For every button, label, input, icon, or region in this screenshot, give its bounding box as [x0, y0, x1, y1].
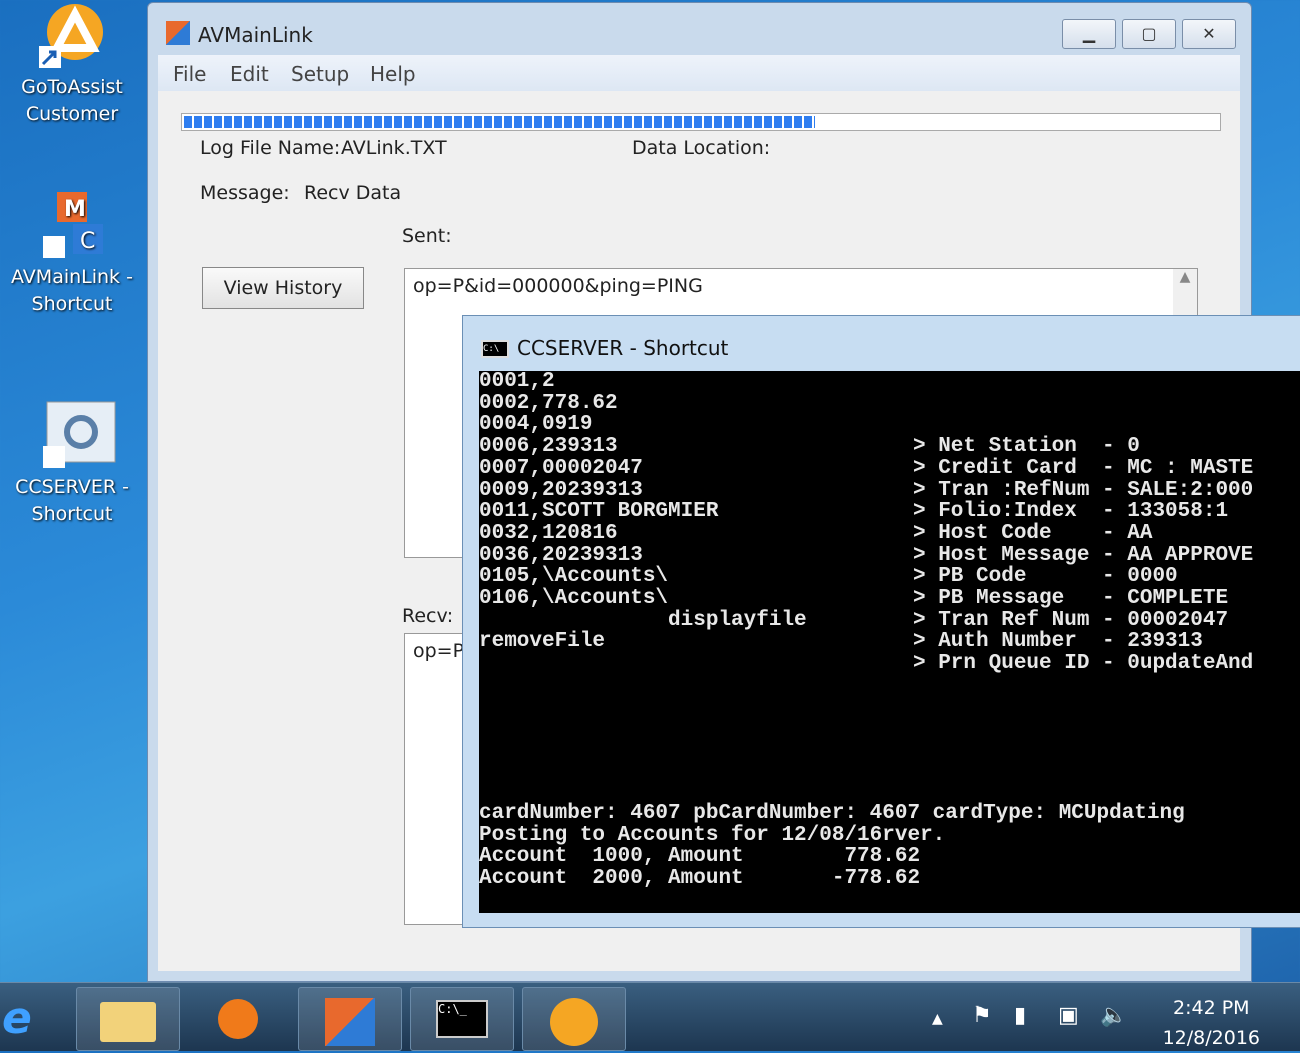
console-line: 0004,0919 — [479, 413, 593, 437]
taskbar-media-player[interactable] — [186, 987, 290, 1051]
menu-edit[interactable]: Edit — [230, 62, 269, 86]
icon-label: Shortcut — [31, 503, 113, 525]
console-line: 0006,239313 — [479, 435, 618, 459]
icon-label: GoToAssist — [21, 76, 123, 98]
console-status-line: > Tran Ref Num - 00002047 — [913, 608, 1229, 632]
menu-setup[interactable]: Setup — [291, 62, 349, 86]
console-line: displayfile — [479, 608, 807, 632]
console-status-line: > Prn Queue ID - 0updateAnd — [913, 652, 1254, 676]
console-line: Posting to Accounts for 12/08/16rver. — [479, 823, 946, 847]
console-status-line: > PB Message - COMPLETE — [913, 587, 1229, 610]
console-line: 0036,20239313 — [479, 543, 643, 567]
console-line: 0009,20239313 — [479, 478, 643, 502]
taskbar-avmainlink[interactable] — [298, 987, 402, 1051]
recv-value: op=P — [413, 640, 465, 662]
show-hidden-icons[interactable]: ▲ — [932, 1011, 943, 1027]
console-icon: C:\ — [481, 340, 509, 358]
view-history-button[interactable]: View History — [202, 267, 364, 309]
window-title: AVMainLink — [198, 23, 313, 47]
media-player-icon — [218, 999, 258, 1039]
svg-text:C: C — [80, 229, 95, 254]
clock[interactable]: 2:42 PM 12/8/2016 — [1163, 993, 1260, 1053]
taskbar-gotoassist[interactable] — [522, 987, 626, 1051]
message-label: Message: — [200, 182, 290, 204]
progress-fill — [184, 116, 815, 128]
menu-bar: File Edit Setup Help — [158, 55, 1240, 91]
svg-text:M: M — [64, 197, 86, 222]
power-icon[interactable]: ▮ — [1014, 1003, 1026, 1028]
console-line: 0002,778.62 — [479, 391, 618, 415]
desktop-icon-avmainlink[interactable]: MC AVMainLink - Shortcut — [2, 190, 142, 318]
avmainlink-icon: MC — [37, 190, 107, 260]
console-line: 0032,120816 — [479, 521, 618, 545]
folder-icon — [100, 1002, 156, 1042]
console-status-line: > Net Station - 0 — [913, 435, 1140, 459]
console-line: 0011,SCOTT BORGMIER — [479, 500, 719, 524]
console-title: CCSERVER - Shortcut — [517, 336, 729, 360]
console-status-line: > Credit Card - MC : MASTE — [913, 456, 1254, 480]
ccserver-icon — [37, 400, 116, 470]
message-value: Recv Data — [304, 182, 402, 204]
recv-label: Recv: — [402, 605, 454, 627]
console-line: cardNumber: 4607 pbCardNumber: 4607 card… — [479, 802, 1185, 825]
desktop-icon-ccserver[interactable]: CCSERVER - Shortcut — [2, 400, 142, 528]
gotoassist-icon — [550, 998, 598, 1046]
clock-date: 12/8/2016 — [1162, 1027, 1260, 1049]
network-icon[interactable]: ▣ — [1058, 1003, 1079, 1028]
console-status-line: > PB Code - 0000 — [913, 565, 1178, 589]
action-center-flag-icon[interactable]: ⚑ — [972, 1003, 992, 1028]
menu-file[interactable]: File — [173, 62, 206, 86]
console-line: Account 2000, Amount -778.62 — [479, 867, 921, 891]
sent-label: Sent: — [402, 225, 452, 247]
minimize-button[interactable]: ▁ — [1062, 19, 1116, 49]
console-line: 0007,00002047 — [479, 456, 643, 480]
ccserver-console-window: C:\ CCSERVER - Shortcut 0001,2 0002,778.6… — [462, 315, 1300, 928]
taskbar: e C:\_ ▲ ⚑ ▮ ▣ 🔈 2:42 PM 12/8/2016 — [0, 982, 1300, 1051]
console-status-line: > Folio:Index - 133058:1 — [913, 500, 1229, 524]
log-file-label: Log File Name: — [200, 137, 341, 159]
close-button[interactable]: ✕ — [1182, 19, 1236, 49]
desktop-icon-gotoassist[interactable]: GoToAssist Customer — [2, 0, 142, 128]
maximize-button[interactable]: ▢ — [1122, 19, 1176, 49]
console-status-line: > Auth Number - 239313 — [913, 630, 1203, 654]
clock-time: 2:42 PM — [1173, 997, 1250, 1019]
console-line: 0001,2 — [479, 370, 555, 393]
volume-icon[interactable]: 🔈 — [1100, 1003, 1127, 1028]
sent-value: op=P&id=000000&ping=PING — [413, 275, 703, 297]
progress-bar — [181, 113, 1221, 131]
console-status-line: > Tran :RefNum - SALE:2:000 — [913, 478, 1254, 502]
console-status-line: > Host Code - AA — [913, 521, 1153, 545]
taskbar-explorer[interactable] — [76, 987, 180, 1051]
console-line: Account 1000, Amount 778.62 — [479, 845, 921, 869]
menu-help[interactable]: Help — [370, 62, 416, 86]
console-status-line: > Host Message - AA APPROVE — [913, 543, 1254, 567]
console-icon: C:\_ — [436, 1000, 488, 1038]
icon-label: Customer — [25, 103, 119, 125]
ie-icon[interactable]: e — [2, 993, 46, 1044]
icon-label: CCSERVER - — [15, 476, 129, 498]
icon-label: AVMainLink - — [11, 266, 133, 288]
app-icon — [166, 21, 190, 45]
gotoassist-icon — [37, 0, 107, 70]
icon-label: Shortcut — [31, 293, 113, 315]
taskbar-ccserver[interactable]: C:\_ — [410, 987, 514, 1051]
data-location-label: Data Location: — [632, 137, 771, 159]
console-line: removeFile — [479, 630, 606, 654]
console-line: 0106,\Accounts\ — [479, 587, 669, 610]
avmainlink-icon — [325, 998, 375, 1046]
console-line: 0105,\Accounts\ — [479, 565, 669, 589]
log-file-value: AVLink.TXT — [341, 137, 447, 159]
console-output[interactable]: 0001,2 0002,778.62 0004,0919 0006,239313 000… — [479, 371, 1300, 913]
